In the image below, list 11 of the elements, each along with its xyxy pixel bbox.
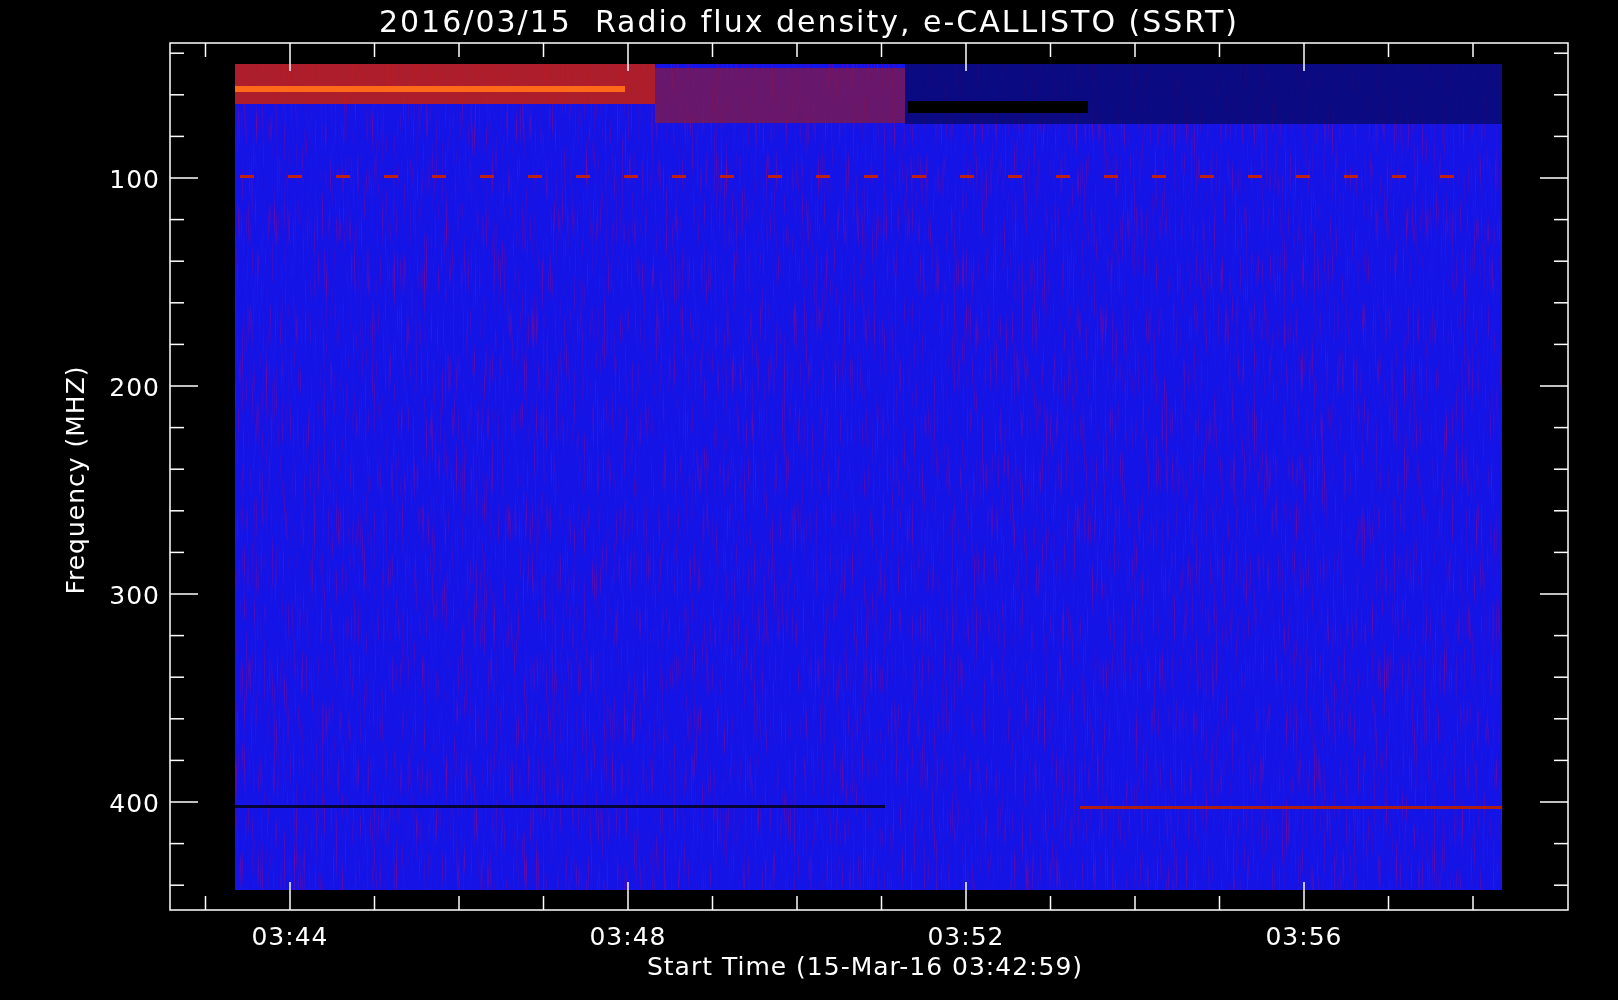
y-tick-label: 300 <box>109 581 160 610</box>
plot-title: 2016/03/15 Radio flux density, e-CALLISTO (SSRT) <box>378 4 1240 39</box>
x-tick-label: 03:56 <box>1265 922 1343 951</box>
y-axis-label: Frequency (MHZ) <box>61 365 90 595</box>
y-tick-label: 100 <box>109 165 160 194</box>
x-axis-label: Start Time (15-Mar-16 03:42:59) <box>646 952 1084 981</box>
x-tick-label: 03:48 <box>589 922 667 951</box>
y-tick-label: 400 <box>109 789 160 818</box>
x-tick-label: 03:52 <box>927 922 1005 951</box>
x-tick-label: 03:44 <box>251 922 329 951</box>
y-tick-label: 200 <box>109 373 160 402</box>
